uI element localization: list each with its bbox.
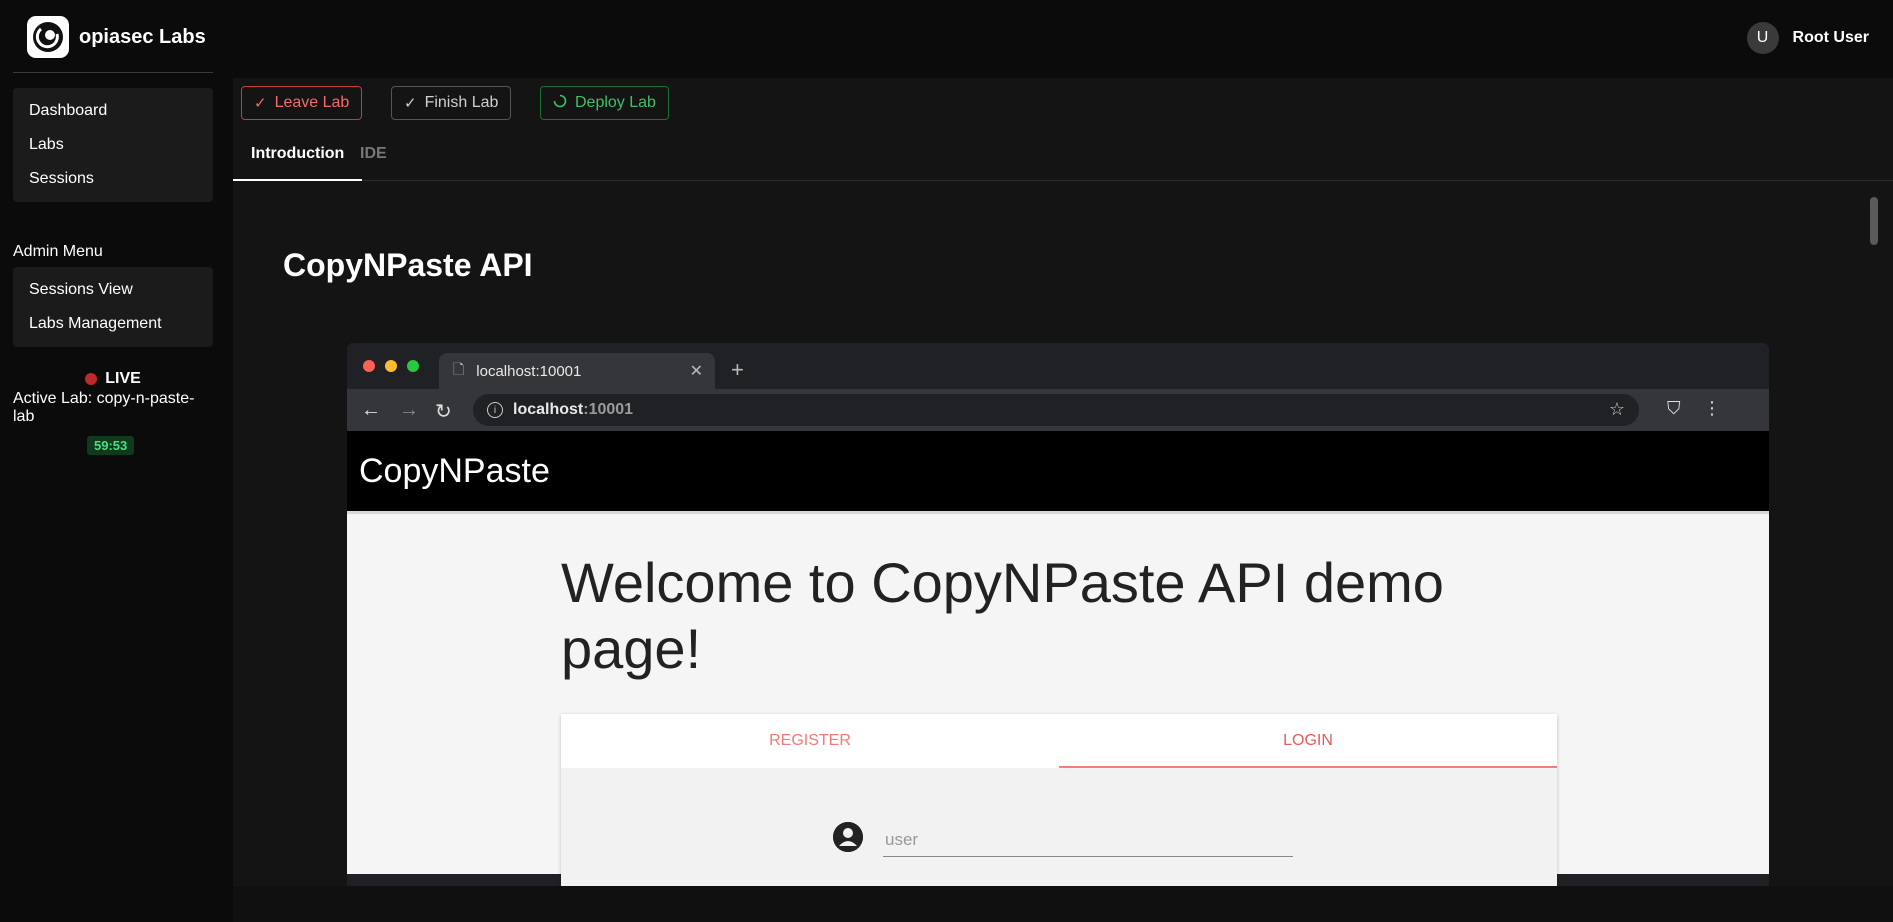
scroll-thumb[interactable] xyxy=(1870,197,1878,245)
star-icon: ☆ xyxy=(1608,399,1625,419)
session-timer: 59:53 xyxy=(87,436,135,455)
browser-tab: 🗋 localhost:10001 ✕ xyxy=(439,353,715,389)
incognito-icon: ⛉ xyxy=(1667,398,1681,418)
tab-register: REGISTER xyxy=(769,732,851,749)
login-form xyxy=(561,768,1557,886)
user-menu[interactable]: U Root User xyxy=(1746,22,1869,54)
minimize-dot-icon xyxy=(385,360,397,372)
main-nav: Dashboard Labs Sessions xyxy=(13,88,213,202)
back-arrow-icon: ← xyxy=(361,399,381,421)
live-indicator: LIVE xyxy=(13,370,213,388)
browser-tabstrip: 🗋 localhost:10001 ✕ + xyxy=(347,343,1769,389)
browser-toolbar: ← → ↻ i localhost :10001 ☆ ⛉ ⋮ xyxy=(347,389,1769,431)
plus-icon: + xyxy=(731,357,744,382)
nav-item-sessions[interactable]: Sessions xyxy=(13,162,213,196)
browser-tab-title: localhost:10001 xyxy=(476,362,582,380)
nav-item-labs[interactable]: Labs xyxy=(13,128,213,162)
nav-item-labs-management[interactable]: Labs Management xyxy=(13,307,213,341)
bottom-strip xyxy=(233,886,1893,922)
active-lab-label: Active Lab: copy-n-paste-lab xyxy=(13,390,195,425)
check-icon: ✓ xyxy=(404,95,417,112)
nav-item-dashboard[interactable]: Dashboard xyxy=(13,94,213,128)
forward-arrow-icon: → xyxy=(399,399,419,421)
tab-ide[interactable]: IDE xyxy=(342,128,405,180)
site-body: Welcome to CopyNPaste API demo page! REG… xyxy=(347,514,1769,886)
sidebar: opiasec Labs Dashboard Labs Sessions Adm… xyxy=(0,0,233,922)
page-title: CopyNPaste API xyxy=(283,247,533,283)
avatar: U xyxy=(1746,22,1779,54)
brand-name: opiasec Labs xyxy=(79,25,206,48)
content-tabs: Introduction IDE xyxy=(233,128,1893,181)
username-field xyxy=(883,824,1293,857)
url-host: localhost xyxy=(513,401,584,418)
admin-nav: Sessions View Labs Management xyxy=(13,267,213,347)
live-label: LIVE xyxy=(105,370,141,387)
leave-lab-label: Leave Lab xyxy=(274,94,350,111)
close-icon: ✕ xyxy=(689,363,703,380)
document-icon: 🗋 xyxy=(453,361,465,377)
admin-menu-title: Admin Menu xyxy=(13,243,103,260)
finish-lab-button[interactable]: ✓ Finish Lab xyxy=(391,86,512,120)
auth-tabs: REGISTER LOGIN xyxy=(561,714,1557,768)
finish-lab-label: Finish Lab xyxy=(424,94,499,111)
reload-icon: ↻ xyxy=(435,401,452,423)
info-icon: i xyxy=(487,402,503,418)
user-name: Root User xyxy=(1792,29,1869,46)
lab-action-bar: ✓ Leave Lab ✓ Finish Lab Deploy Lab xyxy=(233,78,1893,128)
embedded-screenshot: 🗋 localhost:10001 ✕ + ← → ↻ i localhost … xyxy=(347,343,1769,886)
lab-introduction-content: CopyNPaste API 🗋 localhost:10001 ✕ + ← →… xyxy=(233,181,1893,886)
account-circle-icon xyxy=(833,822,863,852)
tab-login: LOGIN xyxy=(1059,714,1557,768)
deploy-lab-button[interactable]: Deploy Lab xyxy=(540,86,669,120)
auth-card: REGISTER LOGIN xyxy=(561,714,1557,886)
deploy-lab-label: Deploy Lab xyxy=(575,94,656,111)
live-session-panel: LIVE Active Lab: copy-n-paste-lab 59:53 xyxy=(13,370,213,455)
brand[interactable]: opiasec Labs xyxy=(27,16,206,58)
site-name: CopyNPaste xyxy=(359,451,550,490)
top-bar: U Root User xyxy=(233,0,1893,78)
site-header: CopyNPaste xyxy=(347,431,1769,514)
loading-icon xyxy=(553,94,567,112)
nav-item-sessions-view[interactable]: Sessions View xyxy=(13,273,213,307)
check-icon: ✓ xyxy=(254,95,267,112)
address-bar: i localhost :10001 ☆ xyxy=(473,394,1639,426)
leave-lab-button[interactable]: ✓ Leave Lab xyxy=(241,86,363,120)
content-scrollbar[interactable] xyxy=(1867,195,1881,885)
kebab-menu-icon: ⋮ xyxy=(1703,398,1721,418)
opiasec-logo-icon xyxy=(27,16,69,58)
url-port: :10001 xyxy=(583,401,634,418)
divider xyxy=(13,72,213,73)
maximize-dot-icon xyxy=(407,360,419,372)
welcome-heading: Welcome to CopyNPaste API demo page! xyxy=(561,551,1444,680)
live-dot-icon xyxy=(85,373,98,385)
close-dot-icon xyxy=(363,360,375,372)
